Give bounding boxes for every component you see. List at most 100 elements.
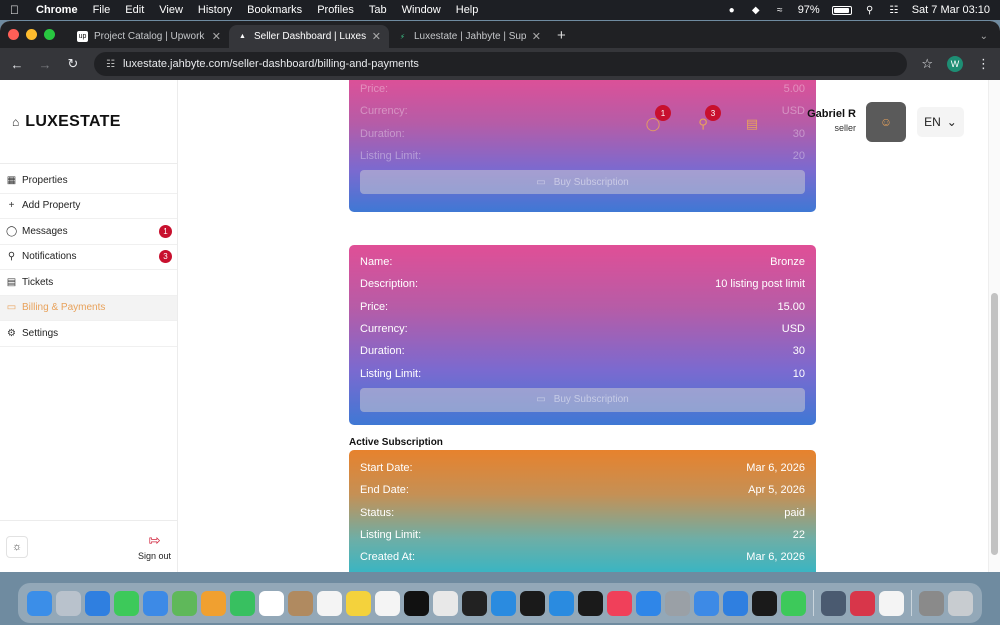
sidebar-footer: ☼ ⇰ Sign out — [0, 520, 177, 572]
record-icon[interactable]: ● — [726, 4, 738, 16]
dock-separator — [911, 590, 912, 616]
dock-photos-icon[interactable] — [201, 590, 226, 616]
close-tab-icon[interactable]: ✕ — [372, 30, 381, 43]
sidebar-item-add-property[interactable]: + Add Property — [0, 194, 177, 219]
menu-file[interactable]: File — [93, 4, 111, 16]
dock-preview-icon[interactable] — [694, 590, 719, 616]
menu-tab[interactable]: Tab — [369, 4, 387, 16]
dock-tv-icon[interactable] — [404, 590, 429, 616]
dock-facetime-icon[interactable] — [230, 590, 255, 616]
dock-activity-icon[interactable] — [752, 590, 777, 616]
back-button[interactable]: ← — [10, 57, 24, 72]
dock-maps-icon[interactable] — [172, 590, 197, 616]
dock-freeform-icon[interactable] — [375, 590, 400, 616]
dock-music-icon[interactable] — [607, 590, 632, 616]
dock-trash-icon[interactable] — [948, 590, 973, 616]
sidebar-item-billing[interactable]: ▭ Billing & Payments — [0, 295, 177, 321]
menu-bookmarks[interactable]: Bookmarks — [247, 4, 302, 16]
language-selector[interactable]: EN ⌄ — [917, 107, 964, 137]
menubar-clock[interactable]: Sat 7 Mar 03:10 — [912, 4, 990, 16]
row-value: USD — [781, 323, 805, 336]
spotlight-icon[interactable]: ⚲ — [864, 4, 876, 16]
tab-title: Project Catalog | Upwork — [94, 31, 205, 42]
browser-tab-upwork[interactable]: up Project Catalog | Upwork ✕ — [69, 25, 229, 48]
reload-button[interactable]: ↻ — [66, 56, 80, 72]
battery-percent: 97% — [797, 4, 820, 16]
sidebar-item-notifications[interactable]: ⚲ Notifications 3 — [0, 245, 177, 270]
vpn-icon[interactable]: ◆ — [750, 4, 762, 16]
browser-tab-supabase[interactable]: ⚡ Luxestate | Jahbyte | Supabase ✕ — [389, 25, 549, 48]
dock-app-store-icon[interactable] — [636, 590, 661, 616]
tab-search-chevron-icon[interactable]: ⌄ — [980, 31, 988, 42]
theme-toggle-button[interactable]: ☼ — [6, 535, 28, 558]
dock-chrome-icon[interactable] — [433, 590, 458, 616]
close-window-button[interactable] — [8, 29, 19, 40]
menu-history[interactable]: History — [198, 4, 232, 16]
macos-menubar:  Chrome File Edit View History Bookmark… — [0, 0, 1000, 20]
close-tab-icon[interactable]: ✕ — [212, 30, 221, 43]
new-tab-button[interactable]: + — [557, 27, 566, 44]
sidebar-item-tickets[interactable]: ▤ Tickets — [0, 270, 177, 296]
site-info-icon[interactable]: ☷ — [106, 59, 115, 70]
dock-phone-preview-icon[interactable] — [919, 590, 944, 616]
menu-view[interactable]: View — [159, 4, 183, 16]
user-avatar-button[interactable]: ☺ — [866, 102, 906, 142]
dock-vscode-icon[interactable] — [491, 590, 516, 616]
battery-icon[interactable] — [831, 5, 852, 15]
dock-mail-icon[interactable] — [143, 590, 168, 616]
dock-disk-icon[interactable] — [821, 590, 846, 616]
ticket-icon: ▤ — [6, 276, 17, 288]
minimize-window-button[interactable] — [26, 29, 37, 40]
dock-system-settings-icon[interactable] — [665, 590, 690, 616]
control-center-icon[interactable]: ☷ — [888, 4, 900, 16]
user-info[interactable]: Gabriel R seller — [807, 108, 856, 133]
dock-terminal-icon[interactable] — [520, 590, 545, 616]
dock-docker-icon[interactable] — [549, 590, 574, 616]
dock-launchpad-icon[interactable] — [56, 590, 81, 616]
bookmark-star-icon[interactable]: ☆ — [921, 56, 933, 72]
menu-app-name[interactable]: Chrome — [36, 4, 78, 16]
dock-finder-icon[interactable] — [27, 590, 52, 616]
close-tab-icon[interactable]: ✕ — [532, 30, 541, 43]
sign-out-button[interactable]: ⇰ Sign out — [138, 532, 171, 561]
dock-contacts-icon[interactable] — [288, 590, 313, 616]
buy-subscription-button[interactable]: ▭ Buy Subscription — [360, 387, 805, 412]
dock-archive-icon[interactable] — [850, 590, 875, 616]
browser-tab-luxestate[interactable]: ▲ Seller Dashboard | Luxestate ✕ — [229, 25, 389, 48]
dock-safari-icon[interactable] — [85, 590, 110, 616]
zoom-window-button[interactable] — [44, 29, 55, 40]
dock-figma-icon[interactable] — [578, 590, 603, 616]
sidebar-item-settings[interactable]: ⚙ Settings — [0, 321, 177, 347]
buy-subscription-button[interactable]: ▭ Buy Subscription — [360, 170, 805, 195]
menu-help[interactable]: Help — [456, 4, 479, 16]
menu-window[interactable]: Window — [402, 4, 441, 16]
brand[interactable]: ⌂ LUXESTATE — [0, 80, 177, 164]
notifications-header-button[interactable]: ⚲ 3 — [693, 105, 721, 134]
chrome-menu-icon[interactable]: ⋮ — [977, 56, 990, 72]
dock-notes-icon[interactable] — [346, 590, 371, 616]
row-label: Name: — [360, 256, 393, 269]
menu-edit[interactable]: Edit — [125, 4, 144, 16]
profile-avatar[interactable]: W — [947, 56, 963, 72]
dock-files-icon[interactable] — [723, 590, 748, 616]
row-value: Apr 5, 2026 — [748, 484, 805, 497]
sidebar-item-properties[interactable]: ▦ Properties — [0, 168, 177, 194]
url-field[interactable]: ☷ luxestate.jahbyte.com/seller-dashboard… — [94, 52, 908, 76]
messages-header-button[interactable]: ◯ 1 — [643, 105, 671, 134]
dock-calendar-icon[interactable] — [259, 590, 284, 616]
dock-messages-icon[interactable] — [114, 590, 139, 616]
tickets-header-button[interactable]: ▤ — [742, 114, 762, 134]
row-value: paid — [784, 506, 805, 519]
scrollbar-thumb[interactable] — [991, 293, 998, 555]
chevron-down-icon: ⌄ — [946, 115, 957, 129]
page-scrollbar[interactable] — [988, 80, 1000, 572]
forward-button[interactable]: → — [38, 57, 52, 72]
dock-reminders-icon[interactable] — [317, 590, 342, 616]
menu-profiles[interactable]: Profiles — [317, 4, 354, 16]
apple-menu-icon[interactable]:  — [10, 3, 24, 17]
dock-cursor-icon[interactable] — [462, 590, 487, 616]
wifi-icon[interactable]: ≈ — [774, 4, 786, 16]
dock-textedit-icon[interactable] — [879, 590, 904, 616]
sidebar-item-messages[interactable]: ◯ Messages 1 — [0, 219, 177, 245]
dock-whatsapp-icon[interactable] — [781, 590, 806, 616]
